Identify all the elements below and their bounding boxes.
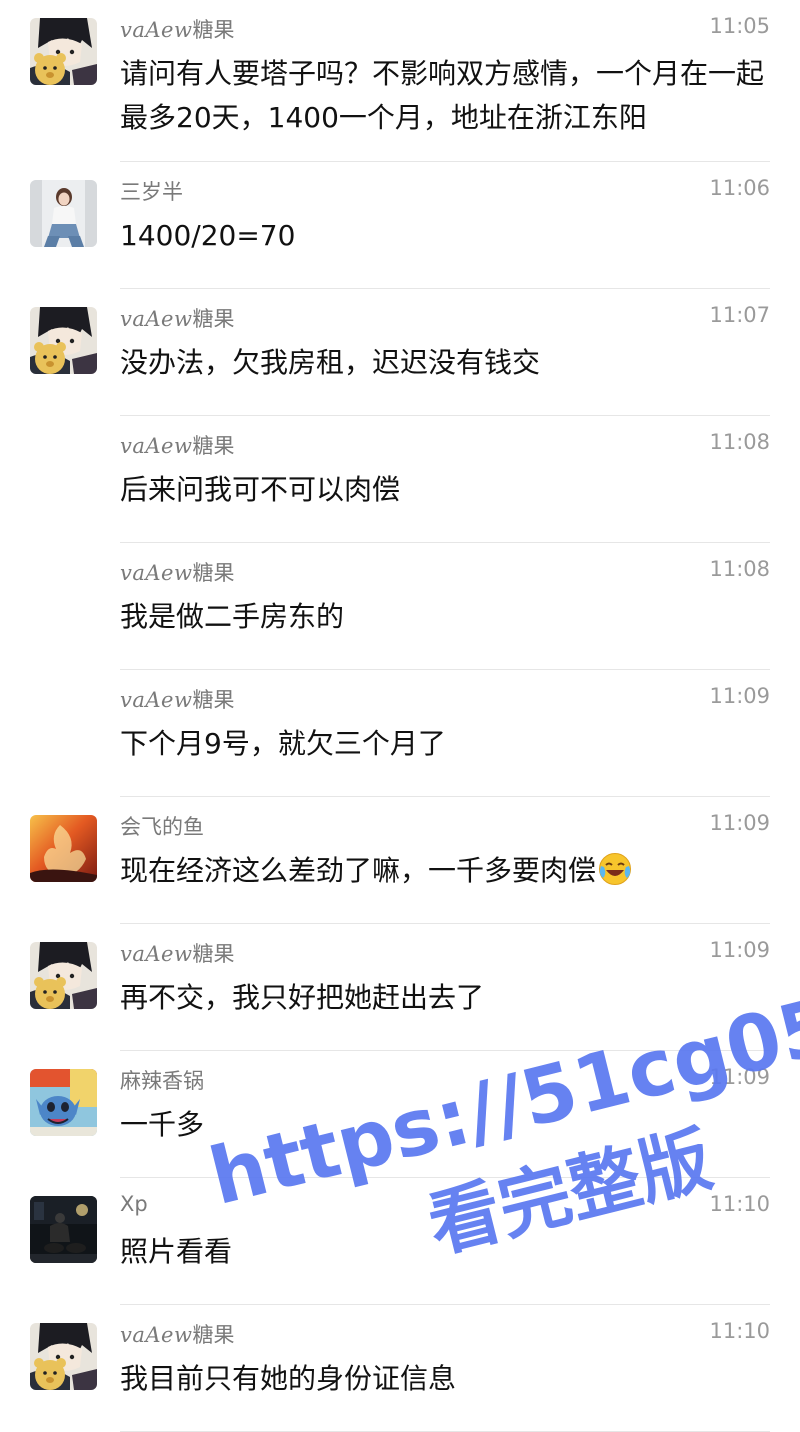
sender-name[interactable]: vaAew糖果 (120, 14, 234, 44)
message-text[interactable]: 再不交，我只好把她赶出去了 (120, 976, 768, 1020)
message-body: 照片看看 (120, 1235, 233, 1268)
message-text[interactable]: 没办法，欠我房租，迟迟没有钱交 (120, 341, 768, 385)
message-body: 下个月9号，就欠三个月了 (120, 727, 446, 760)
message-time: 11:05 (709, 14, 770, 38)
message-time: 11:08 (709, 430, 770, 454)
message-item[interactable]: vaAew糖果 11:05 请问有人要塔子吗？不影响双方感情，一个月在一起最多20天… (0, 0, 800, 162)
message-item[interactable]: 会飞的鱼 11:09 现在经济这么差劲了嘛，一千多要肉偿 (0, 797, 800, 924)
message-time: 11:06 (709, 176, 770, 200)
sender-name-text: 糖果 (192, 561, 235, 585)
sender-signature: vaAew (120, 942, 193, 966)
message-item[interactable]: vaAew糖果 11:09 再不交，我只好把她赶出去了 (0, 924, 800, 1051)
message-text[interactable]: 一千多 (120, 1103, 768, 1147)
message-time: 11:09 (709, 811, 770, 835)
sender-name[interactable]: 麻辣香锅 (120, 1065, 204, 1095)
anime-boy-with-bear-avatar[interactable] (30, 307, 97, 374)
message-text[interactable]: 我是做二手房东的 (120, 595, 768, 639)
sender-name-text: 糖果 (192, 18, 235, 42)
night-street-avatar[interactable] (30, 1196, 97, 1263)
message-time: 11:09 (709, 938, 770, 962)
message-body: 我是做二手房东的 (120, 600, 345, 633)
message-body: 一千多 (120, 1108, 205, 1141)
message-time: 11:07 (709, 303, 770, 327)
sender-name-text: 糖果 (192, 1323, 235, 1347)
message-text[interactable]: 我目前只有她的身份证信息 (120, 1357, 768, 1401)
message-time: 11:09 (709, 684, 770, 708)
sender-signature: vaAew (120, 307, 193, 331)
message-body: 1400/20=70 (120, 219, 296, 252)
sender-name[interactable]: Xp (120, 1192, 148, 1216)
message-list: vaAew糖果 11:05 请问有人要塔子吗？不影响双方感情，一个月在一起最多20天… (0, 0, 800, 1432)
sender-signature: vaAew (120, 1323, 193, 1347)
laughing-tears-emoji (598, 852, 632, 886)
anime-boy-with-bear-avatar[interactable] (30, 18, 97, 85)
sender-name-text: 麻辣香锅 (120, 1069, 204, 1093)
sender-name-text: 三岁半 (120, 180, 183, 204)
sender-name-text: 糖果 (192, 688, 235, 712)
message-body: 后来问我可不可以肉偿 (120, 473, 401, 506)
message-item[interactable]: vaAew糖果 11:08 我是做二手房东的 (0, 543, 800, 670)
anime-boy-with-bear-avatar[interactable] (30, 942, 97, 1009)
message-text[interactable]: 1400/20=70 (120, 214, 768, 258)
message-time: 11:10 (709, 1319, 770, 1343)
sender-name[interactable]: vaAew糖果 (120, 303, 234, 333)
message-text[interactable]: 请问有人要塔子吗？不影响双方感情，一个月在一起最多20天，1400一个月，地址在… (120, 52, 768, 140)
sender-signature: vaAew (120, 688, 193, 712)
message-text[interactable]: 下个月9号，就欠三个月了 (120, 722, 768, 766)
message-text[interactable]: 照片看看 (120, 1230, 768, 1274)
message-body: 我目前只有她的身份证信息 (120, 1362, 457, 1395)
sender-name-text: 糖果 (192, 434, 235, 458)
message-time: 11:08 (709, 557, 770, 581)
sender-name[interactable]: vaAew糖果 (120, 557, 234, 587)
message-item[interactable]: 麻辣香锅 11:09 一千多 (0, 1051, 800, 1178)
sender-name-text: Xp (120, 1192, 148, 1216)
message-item[interactable]: vaAew糖果 11:10 我目前只有她的身份证信息 (0, 1305, 800, 1432)
sender-name[interactable]: vaAew糖果 (120, 938, 234, 968)
message-item[interactable]: Xp 11:10 照片看看 (0, 1178, 800, 1305)
cartoon-stitch-avatar[interactable] (30, 1069, 97, 1136)
message-time: 11:10 (709, 1192, 770, 1216)
sender-name[interactable]: 会飞的鱼 (120, 811, 204, 841)
anime-boy-with-bear-avatar[interactable] (30, 1323, 97, 1390)
sender-name-text: 会飞的鱼 (120, 815, 204, 839)
message-item[interactable]: 三岁半 11:06 1400/20=70 (0, 162, 800, 289)
sender-signature: vaAew (120, 561, 193, 585)
woman-photo-avatar[interactable] (30, 180, 97, 247)
message-item[interactable]: vaAew糖果 11:08 后来问我可不可以肉偿 (0, 416, 800, 543)
sender-name[interactable]: vaAew糖果 (120, 684, 234, 714)
message-item[interactable]: vaAew糖果 11:07 没办法，欠我房租，迟迟没有钱交 (0, 289, 800, 416)
sender-name-text: 糖果 (192, 942, 235, 966)
fire-painting-avatar[interactable] (30, 815, 97, 882)
message-body: 没办法，欠我房租，迟迟没有钱交 (120, 346, 541, 379)
sender-signature: vaAew (120, 18, 193, 42)
sender-name[interactable]: 三岁半 (120, 176, 183, 206)
message-item[interactable]: vaAew糖果 11:09 下个月9号，就欠三个月了 (0, 670, 800, 797)
sender-name-text: 糖果 (192, 307, 235, 331)
sender-name[interactable]: vaAew糖果 (120, 1319, 234, 1349)
message-time: 11:09 (709, 1065, 770, 1089)
message-body: 再不交，我只好把她赶出去了 (120, 981, 485, 1014)
message-text[interactable]: 现在经济这么差劲了嘛，一千多要肉偿 (120, 849, 768, 893)
sender-name[interactable]: vaAew糖果 (120, 430, 234, 460)
message-body: 请问有人要塔子吗？不影响双方感情，一个月在一起最多20天，1400一个月，地址在… (120, 57, 765, 134)
sender-signature: vaAew (120, 434, 193, 458)
message-body: 现在经济这么差劲了嘛，一千多要肉偿 (120, 854, 597, 887)
message-text[interactable]: 后来问我可不可以肉偿 (120, 468, 768, 512)
